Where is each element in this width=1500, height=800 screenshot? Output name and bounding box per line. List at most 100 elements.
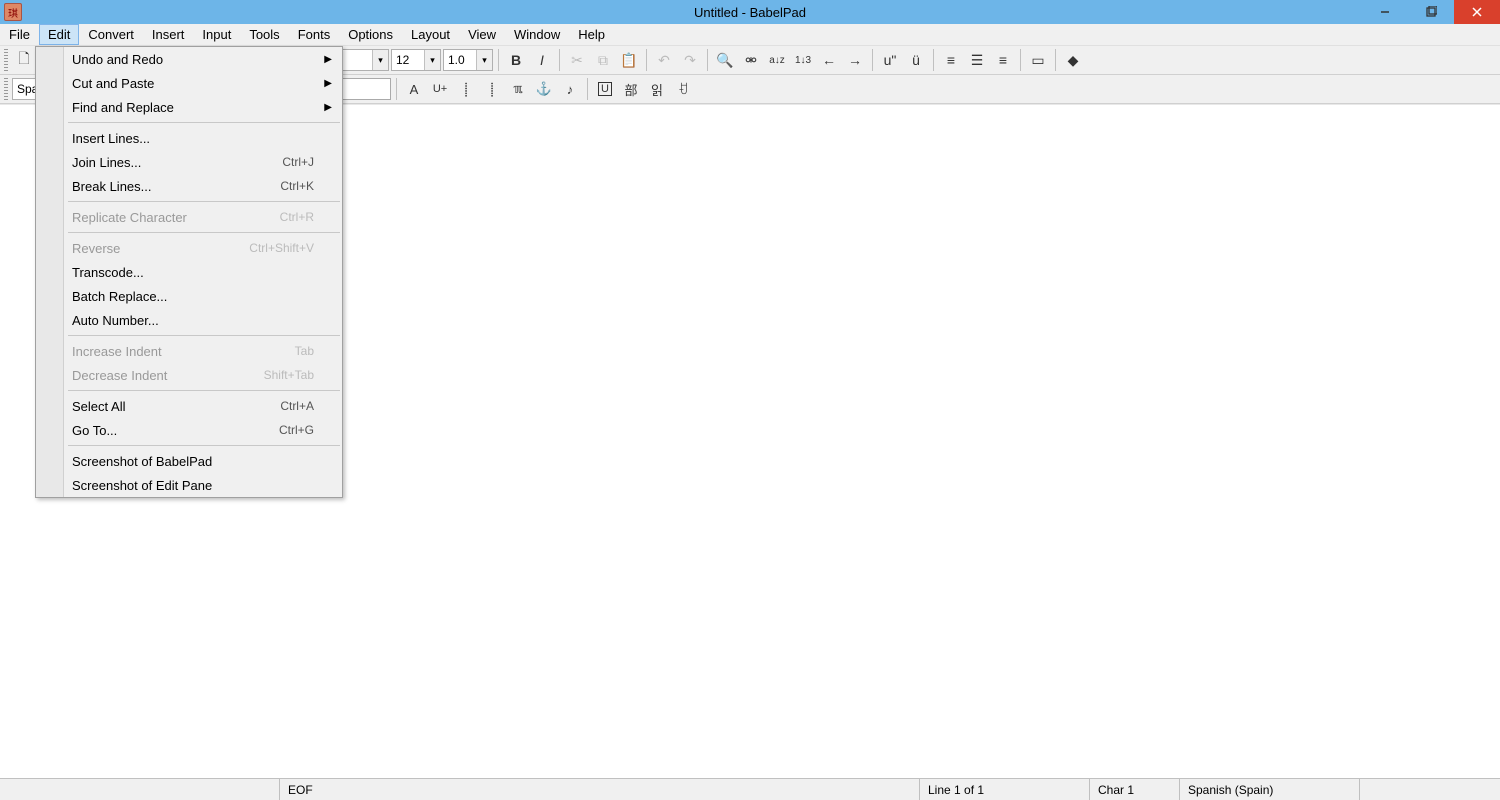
menu-item-screenshot-of-edit-pane[interactable]: Screenshot of Edit Pane (36, 473, 342, 497)
menu-help[interactable]: Help (569, 24, 614, 45)
arrow-left-icon[interactable]: ← (817, 48, 841, 72)
menu-insert[interactable]: Insert (143, 24, 194, 45)
menu-item-auto-number[interactable]: Auto Number... (36, 308, 342, 332)
menu-item-label: Go To... (72, 423, 117, 438)
menu-item-select-all[interactable]: Select All Ctrl+A (36, 394, 342, 418)
status-cell-empty (0, 779, 280, 800)
paste-icon[interactable]: 📋 (617, 48, 641, 72)
menu-item-find-and-replace[interactable]: Find and Replace ▶ (36, 95, 342, 119)
menu-item-transcode[interactable]: Transcode... (36, 260, 342, 284)
toolbar-grip[interactable] (4, 49, 8, 71)
menu-item-break-lines[interactable]: Break Lines...Ctrl+K (36, 174, 342, 198)
maximize-button[interactable] (1408, 0, 1454, 24)
u-plus-icon[interactable]: U+ (428, 77, 452, 101)
window-title: Untitled - BabelPad (694, 5, 806, 20)
page-icon[interactable]: ▭ (1026, 48, 1050, 72)
edit-menu-dropdown: Undo and Redo▶Cut and Paste▶Find and Rep… (35, 46, 343, 498)
chevron-down-icon: ▾ (372, 50, 388, 70)
menu-item-label: Replicate Character (72, 210, 187, 225)
cjk-icon-2[interactable]: 읽 (645, 77, 669, 101)
status-cell-tail (1360, 779, 1500, 800)
status-cell-char: Char 1 (1090, 779, 1180, 800)
italic-button[interactable]: I (530, 48, 554, 72)
line-spacing-combo[interactable]: 1.0 ▾ (443, 49, 493, 71)
menu-item-batch-replace[interactable]: Batch Replace... (36, 284, 342, 308)
u-boxed-icon[interactable]: U (593, 77, 617, 101)
undo-icon[interactable]: ↶ (652, 48, 676, 72)
menu-item-label: Transcode... (72, 265, 144, 280)
menu-item-decrease-indent: Decrease Indent Shift+Tab (36, 363, 342, 387)
menu-item-label: Batch Replace... (72, 289, 167, 304)
menu-separator (68, 335, 340, 336)
menu-item-label: Select All (72, 399, 125, 414)
menu-item-label: Cut and Paste (72, 76, 154, 91)
menu-options[interactable]: Options (339, 24, 402, 45)
cut-icon[interactable]: ✂ (565, 48, 589, 72)
menu-item-go-to[interactable]: Go To...Ctrl+G (36, 418, 342, 442)
sort-asc-icon[interactable]: a↓z (765, 48, 789, 72)
menu-item-shortcut: Ctrl+K (280, 179, 314, 193)
menu-item-label: Insert Lines... (72, 131, 150, 146)
menu-item-label: Join Lines... (72, 155, 141, 170)
menu-item-screenshot-of-babelpad[interactable]: Screenshot of BabelPad (36, 449, 342, 473)
menu-item-label: Find and Replace (72, 100, 174, 115)
find-icon[interactable]: 🔍 (713, 48, 737, 72)
copy-icon[interactable]: ⧉ (591, 48, 615, 72)
menu-item-label: Decrease Indent (72, 368, 167, 383)
minimize-button[interactable] (1362, 0, 1408, 24)
menu-fonts[interactable]: Fonts (289, 24, 340, 45)
toolbar-grip[interactable] (4, 78, 8, 100)
menu-edit[interactable]: Edit (39, 24, 79, 45)
menu-view[interactable]: View (459, 24, 505, 45)
anchor-icon[interactable]: ⚓ (532, 77, 556, 101)
bold-button[interactable]: B (504, 48, 528, 72)
menu-item-replicate-character: Replicate Character Ctrl+R (36, 205, 342, 229)
menu-separator (68, 445, 340, 446)
menu-item-cut-and-paste[interactable]: Cut and Paste▶ (36, 71, 342, 95)
brackets-left-icon[interactable]: ⸽ (454, 77, 478, 101)
align-left-icon[interactable]: ≡ (939, 48, 963, 72)
yi-icon[interactable]: ꀀ (671, 77, 695, 101)
close-button[interactable] (1454, 0, 1500, 24)
brackets-right-icon[interactable]: ⸽ (480, 77, 504, 101)
menu-item-label: Auto Number... (72, 313, 159, 328)
status-cell-lang: Spanish (Spain) (1180, 779, 1360, 800)
language-combo[interactable]: Spa (12, 78, 37, 100)
note-icon[interactable]: ♪ (558, 77, 582, 101)
menu-item-increase-indent: Increase IndentTab (36, 339, 342, 363)
new-file-icon[interactable]: 🗋 (12, 48, 36, 72)
menu-item-shortcut: Shift+Tab (264, 368, 314, 382)
arrow-right-icon[interactable]: → (843, 48, 867, 72)
cjk-icon-1[interactable]: 部 (619, 77, 643, 101)
replace-icon[interactable]: ⚮ (739, 48, 763, 72)
menu-input[interactable]: Input (193, 24, 240, 45)
eraser-icon[interactable]: ◆ (1061, 48, 1085, 72)
menu-convert[interactable]: Convert (79, 24, 143, 45)
menu-item-insert-lines[interactable]: Insert Lines... (36, 126, 342, 150)
chevron-right-icon: ▶ (324, 102, 332, 113)
align-center-icon[interactable]: ☰ (965, 48, 989, 72)
menu-tools[interactable]: Tools (240, 24, 288, 45)
menu-layout[interactable]: Layout (402, 24, 459, 45)
font-size-combo[interactable]: 12 ▾ (391, 49, 441, 71)
window-controls (1362, 0, 1500, 24)
menu-item-shortcut: Ctrl+R (280, 210, 314, 224)
font-size-value: 12 (392, 53, 424, 67)
u-quote-icon[interactable]: u" (878, 48, 902, 72)
status-cell-line: Line 1 of 1 (920, 779, 1090, 800)
line-spacing-value: 1.0 (444, 53, 476, 67)
menu-item-shortcut: Ctrl+A (280, 399, 314, 413)
align-right-icon[interactable]: ≡ (991, 48, 1015, 72)
sort-num-icon[interactable]: 1↓3 (791, 48, 815, 72)
u-umlaut-icon[interactable]: ü (904, 48, 928, 72)
menu-file[interactable]: File (0, 24, 39, 45)
menu-item-label: Screenshot of Edit Pane (72, 478, 212, 493)
menu-item-join-lines[interactable]: Join Lines...Ctrl+J (36, 150, 342, 174)
menu-window[interactable]: Window (505, 24, 569, 45)
pi-icon[interactable]: ℼ (506, 77, 530, 101)
menu-item-shortcut: Ctrl+Shift+V (249, 241, 314, 255)
menu-item-undo-and-redo[interactable]: Undo and Redo▶ (36, 47, 342, 71)
char-a-icon[interactable]: A (402, 77, 426, 101)
menu-item-label: Increase Indent (72, 344, 162, 359)
redo-icon[interactable]: ↷ (678, 48, 702, 72)
